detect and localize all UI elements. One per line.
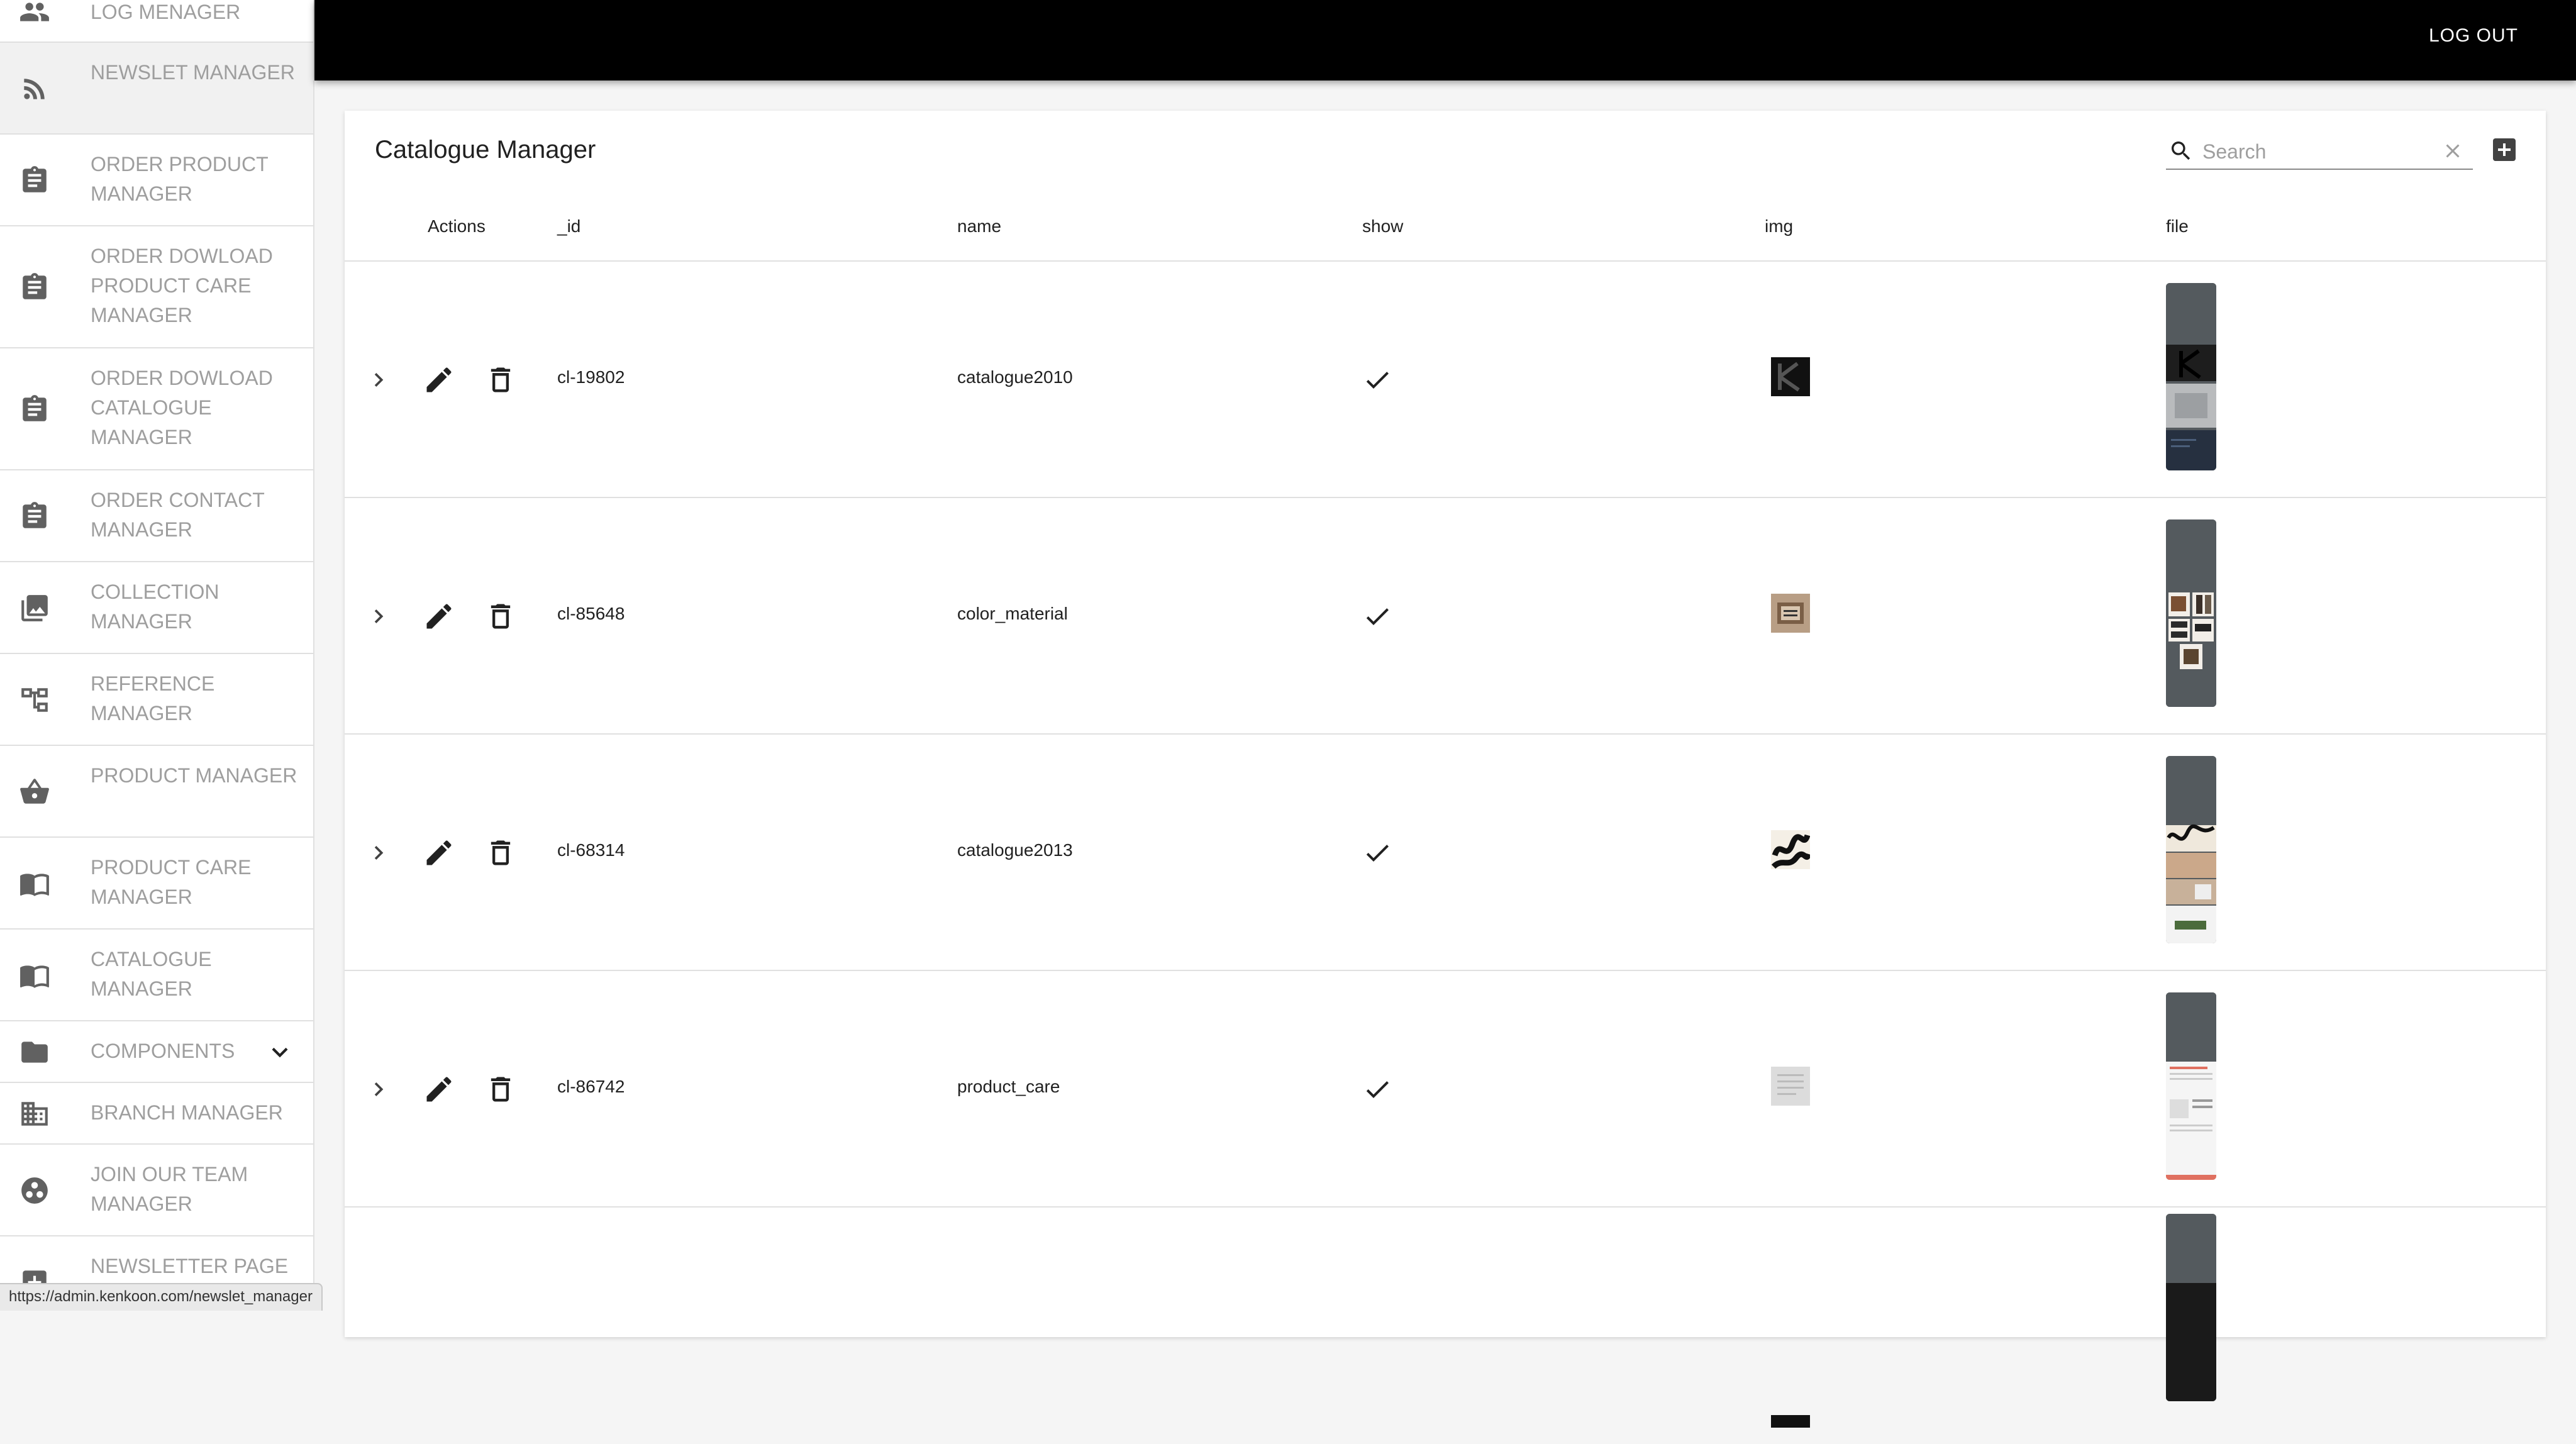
rss-icon (19, 73, 50, 104)
catalogue-file-preview (2166, 519, 2216, 707)
status-url-preview: https://admin.kenkoon.com/newslet_manage… (0, 1283, 323, 1311)
column-header-name[interactable]: name (957, 216, 1001, 236)
sidebar-item-label: REFERENCE MANAGER (91, 672, 215, 725)
chevron-right-icon[interactable] (365, 1075, 392, 1103)
sidebar-item-label: ORDER DOWLOAD PRODUCT CARE MANAGER (91, 245, 273, 326)
check-icon (1362, 838, 1392, 868)
people-icon (19, 0, 50, 28)
photo-library-icon (19, 592, 50, 624)
sidebar-item-label: BRANCH MANAGER (91, 1101, 283, 1124)
account-tree-icon (19, 684, 50, 716)
sidebar-item-branch-manager[interactable]: BRANCH MANAGER (0, 1083, 313, 1145)
edit-icon[interactable] (423, 836, 455, 869)
check-icon (1362, 365, 1392, 395)
delete-icon[interactable] (484, 1073, 517, 1106)
cell-id: cl-86742 (557, 1077, 625, 1096)
sidebar-item-log-manager[interactable]: LOG MENAGER (0, 0, 313, 43)
edit-icon[interactable] (423, 600, 455, 633)
catalogue-file-preview (2166, 283, 2216, 470)
cell-name: catalogue2013 (957, 840, 1073, 860)
catalogue-file-preview (2166, 992, 2216, 1180)
cell-name: product_care (957, 1077, 1060, 1096)
column-header-img[interactable]: img (1765, 216, 1793, 236)
sidebar-item-label: NEWSLETTER PAGE (91, 1255, 289, 1277)
book-icon (19, 960, 50, 991)
catalogue-file-preview (2166, 1214, 2216, 1401)
sidebar-item-order-contact-manager[interactable]: ORDER CONTACT MANAGER (0, 470, 313, 562)
sidebar-item-order-dowload-product-care-manager[interactable]: ORDER DOWLOAD PRODUCT CARE MANAGER (0, 226, 313, 348)
catalogue-thumbnail (1771, 830, 1812, 869)
cell-id: cl-68314 (557, 840, 625, 860)
sidebar-item-label: COLLECTION MANAGER (91, 580, 219, 633)
delete-icon[interactable] (484, 836, 517, 869)
sidebar-item-label: PRODUCT MANAGER (91, 764, 297, 787)
chevron-down-icon[interactable] (264, 1036, 296, 1068)
table-row: cl-85648 color_material (345, 498, 2546, 735)
chevron-right-icon[interactable] (365, 603, 392, 630)
clear-search-icon[interactable] (2441, 140, 2464, 162)
sidebar-item-label: CATALOGUE MANAGER (91, 948, 212, 1000)
table-row: cl-68314 catalogue2013 (345, 735, 2546, 971)
sidebar-item-reference-manager[interactable]: REFERENCE MANAGER (0, 654, 313, 746)
sidebar-item-newslet-manager[interactable]: NEWSLET MANAGER (0, 43, 313, 135)
sidebar-item-label: JOIN OUR TEAM MANAGER (91, 1163, 248, 1215)
catalogue-file-preview (2166, 756, 2216, 943)
column-header-file[interactable]: file (2166, 216, 2189, 236)
sidebar-item-label: ORDER PRODUCT MANAGER (91, 153, 269, 205)
catalogue-thumbnail (1771, 1415, 1810, 1428)
sidebar-item-collection-manager[interactable]: COLLECTION MANAGER (0, 562, 313, 654)
search-field (2166, 133, 2473, 170)
table-row: cl-86742 product_care (345, 971, 2546, 1208)
edit-icon[interactable] (423, 364, 455, 396)
sidebar-item-join-our-team-manager[interactable]: JOIN OUR TEAM MANAGER (0, 1145, 313, 1236)
group-work-icon (19, 1175, 50, 1206)
book-icon (19, 868, 50, 899)
chevron-right-icon[interactable] (365, 366, 392, 394)
clipboard-icon (19, 501, 50, 532)
clipboard-icon (19, 165, 50, 196)
search-input[interactable] (2201, 138, 2424, 165)
sidebar-item-label: ORDER CONTACT MANAGER (91, 489, 265, 541)
catalogue-thumbnail (1771, 357, 1810, 396)
column-header-actions: Actions (428, 216, 486, 236)
catalogue-thumbnail (1771, 1067, 1810, 1106)
sidebar-item-label: NEWSLET MANAGER (91, 61, 295, 84)
top-app-bar: LOG OUT (314, 0, 2576, 81)
delete-icon[interactable] (484, 600, 517, 633)
cell-id: cl-85648 (557, 604, 625, 623)
sidebar-item-order-product-manager[interactable]: ORDER PRODUCT MANAGER (0, 135, 313, 226)
chevron-right-icon[interactable] (365, 839, 392, 867)
clipboard-icon (19, 394, 50, 425)
catalogue-table-card: Catalogue Manager Actions _id name show … (345, 111, 2546, 1428)
edit-icon[interactable] (423, 1073, 455, 1106)
column-header-show[interactable]: show (1362, 216, 1403, 236)
table-row (345, 1208, 2546, 1444)
cell-name: catalogue2010 (957, 367, 1073, 387)
page-title: Catalogue Manager (375, 136, 596, 164)
check-icon (1362, 1074, 1392, 1104)
sidebar-item-label: PRODUCT CARE MANAGER (91, 856, 252, 908)
sidebar: LOG MENAGER NEWSLET MANAGER ORDER PRODUC… (0, 0, 314, 1309)
delete-icon[interactable] (484, 364, 517, 396)
logout-button[interactable]: LOG OUT (2429, 25, 2518, 47)
check-icon (1362, 601, 1392, 631)
clipboard-icon (19, 272, 50, 303)
search-icon (2168, 138, 2194, 164)
column-header-id[interactable]: _id (557, 216, 580, 236)
sidebar-item-components[interactable]: COMPONENTS (0, 1021, 313, 1083)
sidebar-item-product-manager[interactable]: PRODUCT MANAGER (0, 746, 313, 838)
sidebar-item-label: ORDER DOWLOAD CATALOGUE MANAGER (91, 367, 273, 448)
sidebar-item-label: LOG MENAGER (91, 1, 241, 23)
cell-id: cl-19802 (557, 367, 625, 387)
basket-icon (19, 776, 50, 808)
sidebar-item-product-care-manager[interactable]: PRODUCT CARE MANAGER (0, 838, 313, 930)
sidebar-item-order-dowload-catalogue-manager[interactable]: ORDER DOWLOAD CATALOGUE MANAGER (0, 348, 313, 470)
table-row: cl-19802 catalogue2010 (345, 262, 2546, 498)
building-icon (19, 1098, 50, 1130)
folder-icon (19, 1036, 50, 1068)
catalogue-thumbnail (1771, 594, 1810, 633)
add-catalogue-icon[interactable] (2489, 135, 2519, 165)
cell-name: color_material (957, 604, 1068, 623)
sidebar-item-catalogue-manager[interactable]: CATALOGUE MANAGER (0, 930, 313, 1021)
